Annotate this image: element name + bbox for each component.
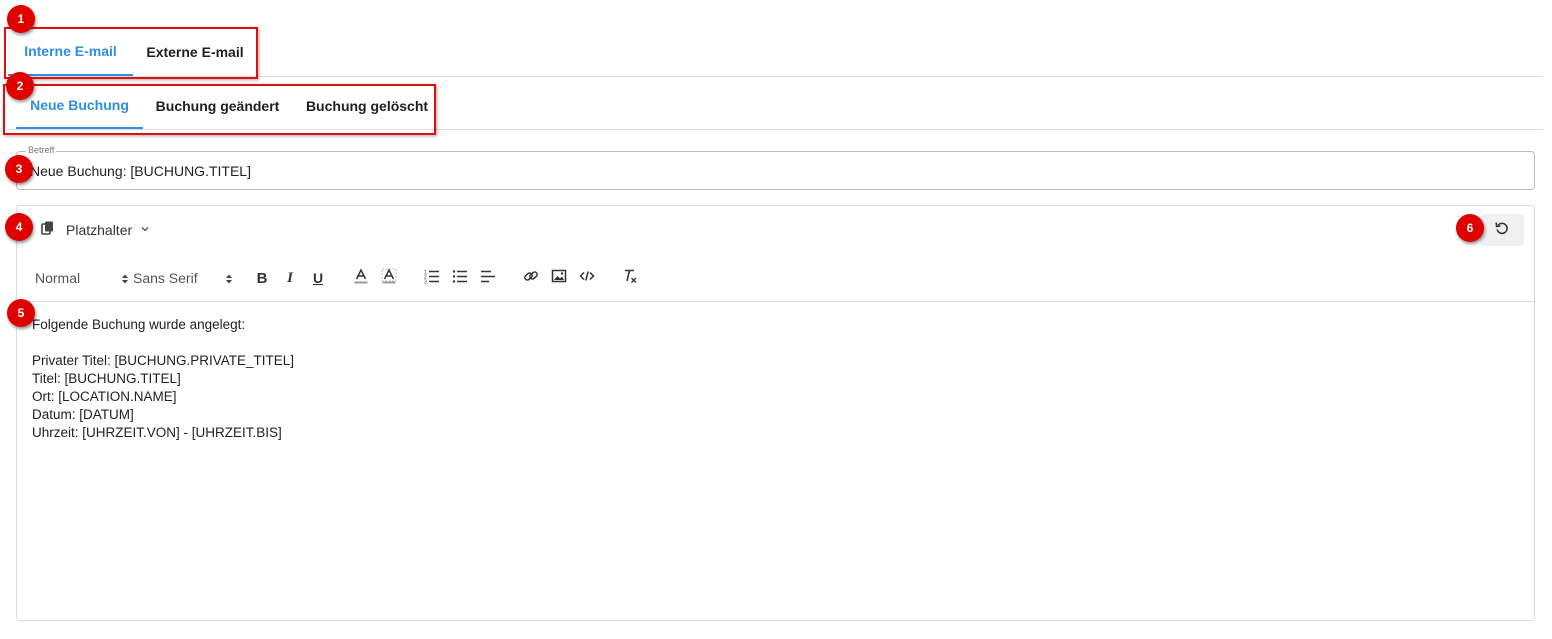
image-icon [551,268,567,289]
callout-badge-2: 2 [6,72,34,100]
chevron-down-icon [140,221,150,239]
placeholder-menu-label: Platzhalter [66,222,133,238]
image-button[interactable] [548,268,570,288]
callout-badge-6: 6 [1456,214,1484,242]
editor-toolbar: Normal Sans Serif B I U 1 2 3 [17,262,1534,302]
email-body-content[interactable]: Folgende Buchung wurde angelegt: Private… [32,316,294,442]
underline-button[interactable]: U [307,268,329,288]
text-color-icon [352,267,370,290]
background-color-icon [380,267,398,290]
callout-box-event-tabs [3,84,436,135]
subject-value[interactable]: Neue Buchung: [BUCHUNG.TITEL] [30,163,251,179]
copy-icon [40,220,56,241]
body-line: Titel: [BUCHUNG.TITEL] [32,371,181,386]
text-size-value: Normal [35,270,81,286]
placeholder-menu-button[interactable]: Platzhalter [40,218,150,242]
ordered-list-button[interactable]: 1 2 3 [421,268,443,288]
body-line [32,334,294,352]
link-icon [523,268,539,289]
callout-badge-4: 4 [5,213,33,241]
body-line: Privater Titel: [BUCHUNG.PRIVATE_TITEL] [32,353,295,368]
callout-badge-5: 5 [7,299,35,327]
select-arrows-icon [225,272,233,288]
text-color-button[interactable] [350,267,372,290]
svg-text:3: 3 [424,279,427,284]
link-button[interactable] [520,268,542,288]
clear-formatting-icon [622,268,638,289]
callout-box-email-tabs [4,27,258,79]
ordered-list-icon: 1 2 3 [424,268,440,289]
body-line: Ort: [LOCATION.NAME] [32,389,177,404]
body-line: Folgende Buchung wurde angelegt: [32,317,246,332]
bullet-list-button[interactable] [449,268,471,288]
callout-badge-3: 3 [5,155,33,183]
align-button[interactable] [477,268,499,288]
callout-badge-1: 1 [7,5,35,33]
select-arrows-icon [121,272,129,288]
font-family-select[interactable]: Sans Serif [133,262,233,294]
italic-button[interactable]: I [279,268,301,288]
code-button[interactable] [576,268,598,288]
underline-icon: U [312,270,324,286]
clear-formatting-button[interactable] [619,268,641,288]
body-line: Datum: [DATUM] [32,407,134,422]
bold-icon: B [256,269,268,287]
background-color-button[interactable] [378,267,400,290]
font-family-value: Sans Serif [133,270,198,286]
text-size-select[interactable]: Normal [35,262,128,294]
reset-template-button[interactable] [1480,214,1524,246]
subject-label: Betreff [26,145,57,155]
undo-icon [1494,220,1510,241]
align-left-icon [480,268,496,289]
italic-icon: I [287,269,293,286]
body-line: Uhrzeit: [UHRZEIT.VON] - [UHRZEIT.BIS] [32,425,282,440]
bold-button[interactable]: B [251,268,273,288]
code-icon [579,268,595,289]
bullet-list-icon [452,268,468,289]
